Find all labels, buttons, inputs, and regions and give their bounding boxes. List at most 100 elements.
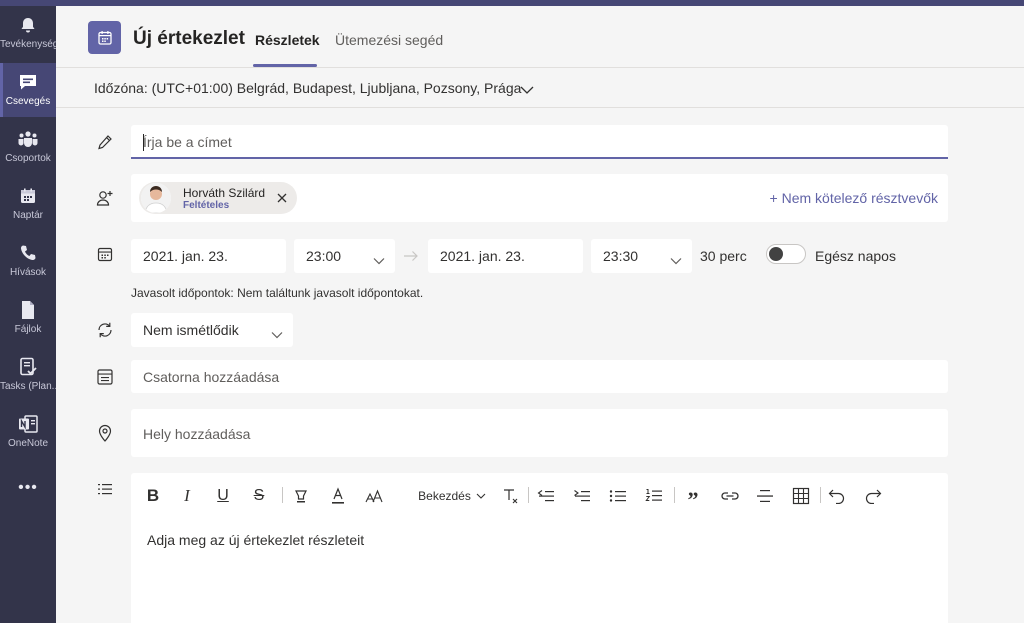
- tab-details[interactable]: Részletek: [255, 32, 320, 48]
- phone-icon: [17, 242, 39, 264]
- underline-icon[interactable]: U: [215, 485, 231, 507]
- duration-label: 30 perc: [700, 248, 747, 264]
- toggle-knob: [769, 247, 783, 261]
- rail-label: Hívások: [9, 267, 47, 278]
- rail-item-calls[interactable]: Hívások: [0, 234, 56, 288]
- bold-icon[interactable]: B: [145, 485, 161, 507]
- chevron-down-icon: [476, 493, 486, 499]
- rail-item-files[interactable]: Fájlok: [0, 291, 56, 345]
- title-placeholder: Írja be a címet: [143, 134, 232, 150]
- paragraph-style-label: Bekezdés: [418, 489, 471, 503]
- suggested-times-text: Javasolt időpontok: Nem találtunk javaso…: [131, 286, 424, 300]
- chevron-down-icon: [670, 252, 682, 270]
- strikethrough-icon[interactable]: S: [251, 485, 267, 507]
- clear-formatting-icon[interactable]: [502, 485, 520, 507]
- end-time-dropdown[interactable]: 23:30: [591, 239, 692, 273]
- tab-scheduling-assistant[interactable]: Ütemezési segéd: [335, 32, 443, 48]
- rail-item-onenote[interactable]: OneNote: [0, 405, 56, 459]
- highlight-icon[interactable]: [292, 485, 310, 507]
- table-icon[interactable]: [792, 485, 810, 507]
- rail-more-button[interactable]: •••: [0, 468, 56, 508]
- recurrence-dropdown[interactable]: Nem ismétlődik: [131, 313, 293, 347]
- toolbar-divider: [528, 487, 529, 503]
- details-placeholder: Adja meg az új értekezlet részleteit: [147, 532, 365, 548]
- location-pin-icon: [96, 424, 114, 442]
- all-day-toggle[interactable]: [766, 244, 806, 264]
- page-title: Új értekezlet: [133, 28, 245, 49]
- rail-label: OneNote: [7, 438, 49, 449]
- more-icon: •••: [18, 479, 38, 496]
- rail-label: Csoportok: [5, 153, 51, 164]
- timezone-label: Időzóna: (UTC+01:00) Belgrád, Budapest, …: [94, 80, 522, 96]
- file-icon: [17, 299, 39, 321]
- location-placeholder: Hely hozzáadása: [143, 426, 251, 442]
- meeting-header: Új értekezlet Részletek Ütemezési segéd: [56, 6, 1024, 68]
- attendee-chip[interactable]: Horváth Szilárd Feltételes: [139, 182, 297, 214]
- toolbar-divider: [282, 487, 283, 503]
- start-time-dropdown[interactable]: 23:00: [294, 239, 395, 273]
- calendar-icon: [96, 245, 114, 263]
- redo-icon[interactable]: [864, 485, 882, 507]
- repeat-icon: [96, 321, 114, 339]
- onenote-icon: [17, 413, 39, 435]
- increase-indent-icon[interactable]: [573, 485, 591, 507]
- end-time-value: 23:30: [603, 248, 639, 264]
- rail-item-activity[interactable]: Tevékenység: [0, 6, 56, 60]
- end-date-picker[interactable]: 2021. jan. 23.: [428, 239, 583, 273]
- undo-icon[interactable]: [828, 485, 846, 507]
- timezone-selector[interactable]: Időzóna: (UTC+01:00) Belgrád, Budapest, …: [56, 68, 1024, 108]
- paragraph-style-dropdown[interactable]: Bekezdés: [417, 485, 487, 507]
- app-rail: Tevékenység Csevegés Csoportok Naptár Hí…: [0, 6, 56, 623]
- teams-icon: [17, 128, 39, 150]
- recurrence-value: Nem ismétlődik: [143, 322, 239, 338]
- rail-item-calendar[interactable]: Naptár: [0, 177, 56, 231]
- end-date-value: 2021. jan. 23.: [440, 248, 525, 264]
- start-time-value: 23:00: [306, 248, 342, 264]
- horizontal-rule-icon[interactable]: [756, 485, 774, 507]
- chevron-down-icon: [271, 326, 283, 344]
- channel-icon: [96, 368, 114, 386]
- avatar: [141, 183, 171, 213]
- tasks-icon: [17, 356, 39, 378]
- details-editor[interactable]: B I U S Bekezdés ” Adja meg az új érteke…: [131, 473, 948, 623]
- rail-label: Csevegés: [5, 96, 51, 107]
- attendee-name: Horváth Szilárd: [183, 186, 266, 200]
- chevron-down-icon: [373, 252, 385, 270]
- font-size-icon[interactable]: [365, 485, 383, 507]
- title-input[interactable]: Írja be a címet: [131, 125, 948, 159]
- active-tab-indicator: [253, 64, 317, 67]
- bulleted-list-icon[interactable]: [609, 485, 627, 507]
- remove-attendee-icon[interactable]: [275, 191, 289, 205]
- toolbar-divider: [674, 487, 675, 503]
- rail-item-teams[interactable]: Csoportok: [0, 120, 56, 174]
- add-person-icon: [96, 189, 114, 207]
- location-input[interactable]: Hely hozzáadása: [131, 409, 948, 457]
- decrease-indent-icon[interactable]: [537, 485, 555, 507]
- toolbar-divider: [820, 487, 821, 503]
- channel-input[interactable]: Csatorna hozzáadása: [131, 360, 948, 393]
- calendar-icon: [17, 185, 39, 207]
- arrow-right-icon: [403, 249, 419, 267]
- optional-attendees-link[interactable]: + Nem kötelező résztvevők: [770, 190, 938, 206]
- rail-label: Tevékenység: [0, 39, 56, 50]
- italic-icon[interactable]: I: [179, 485, 195, 507]
- all-day-label: Egész napos: [815, 248, 896, 264]
- rail-item-chat[interactable]: Csevegés: [0, 63, 56, 117]
- calendar-badge-icon: [88, 21, 121, 54]
- quote-icon[interactable]: ”: [684, 485, 702, 512]
- rail-item-tasks[interactable]: Tasks (Plan...: [0, 348, 56, 402]
- font-color-icon[interactable]: [330, 485, 346, 507]
- attendee-status: Feltételes: [183, 200, 230, 211]
- channel-placeholder: Csatorna hozzáadása: [143, 369, 280, 385]
- start-date-picker[interactable]: 2021. jan. 23.: [131, 239, 286, 273]
- rail-label: Naptár: [12, 210, 43, 221]
- meeting-form: Új értekezlet Részletek Ütemezési segéd …: [56, 6, 1024, 623]
- chat-icon: [17, 71, 39, 93]
- start-date-value: 2021. jan. 23.: [143, 248, 228, 264]
- link-icon[interactable]: [720, 485, 740, 507]
- chevron-down-icon: [520, 82, 534, 100]
- numbered-list-icon[interactable]: [645, 485, 663, 507]
- pencil-icon: [96, 133, 114, 151]
- attendee-field[interactable]: Horváth Szilárd Feltételes + Nem kötelez…: [131, 174, 948, 222]
- rail-label: Tasks (Plan...: [0, 381, 56, 392]
